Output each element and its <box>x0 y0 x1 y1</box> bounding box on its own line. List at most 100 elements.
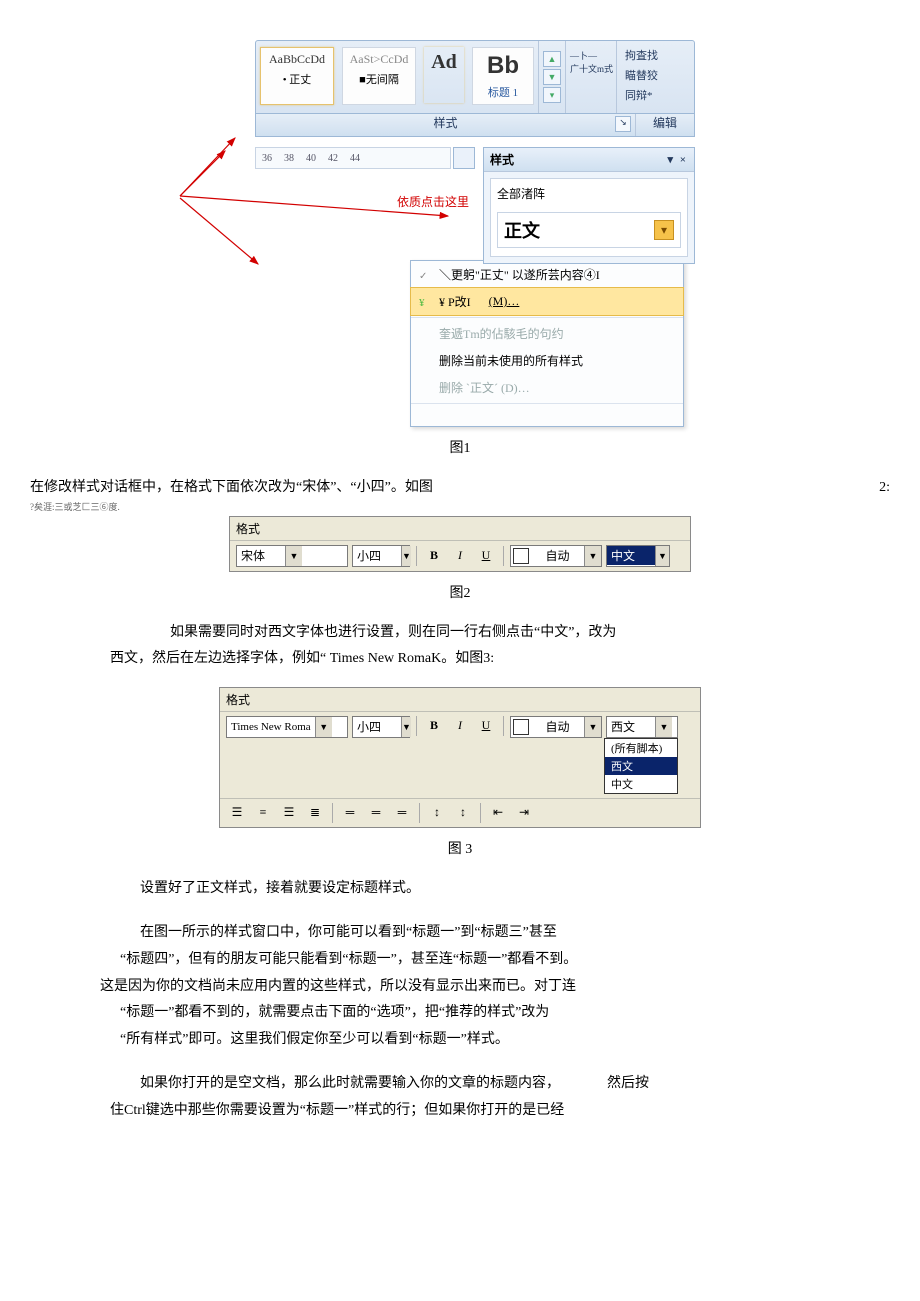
style-expand[interactable]: ▾ <box>543 87 561 103</box>
styles-pane-close[interactable]: ▾ × <box>667 153 688 166</box>
menu-select-all-instances: 奎遞Tm的佔駭毛的句约 <box>411 320 683 347</box>
style-context-menu: ＼更躬"正丈" 以遂所芸内容④I ¥ P改I (M)… 奎遞Tm的佔駭毛的句约 … <box>410 260 684 427</box>
align-center-icon[interactable]: ≡ <box>252 803 274 823</box>
style-label: 标题 1 <box>473 84 533 100</box>
style-sample: Ad <box>424 51 464 74</box>
styles-pane-title: 样式 <box>490 151 514 168</box>
clear-all-formatting[interactable]: 全部渚阵 <box>497 185 681 202</box>
align-justify-icon[interactable]: ≣ <box>304 803 326 823</box>
style-label: • 正丈 <box>261 71 333 87</box>
chevron-down-icon[interactable]: ▼ <box>285 546 302 566</box>
styles-launcher-icon[interactable]: ↘ <box>615 116 631 132</box>
style-sample: AaSt>CcDd <box>343 52 415 67</box>
ruler-toggle-button[interactable] <box>453 147 475 169</box>
line-spacing-1-icon[interactable]: ═ <box>339 803 361 823</box>
bold-button[interactable]: B <box>423 716 445 736</box>
style-scroll-down[interactable]: ▼ <box>543 69 561 85</box>
paragraph-1: 在修改样式对话框中，在格式下面依次改为“宋体”、“小四”。如图 2: <box>30 475 890 502</box>
align-left-icon[interactable]: ☰ <box>226 803 248 823</box>
modify-icon <box>419 295 433 309</box>
paragraph-4e: “所有样式”即可。这里我们假定你至少可以看到“标题一”样式。 <box>30 1027 890 1054</box>
font-combo[interactable]: Times New Roma ▼ <box>226 716 348 738</box>
annotation-click-here: 依质点击这里 <box>255 193 475 210</box>
figure-3-format-box: 格式 Times New Roma ▼ 小四 ▼ B I U 自动 ▼ 西文 <box>219 687 701 828</box>
styles-task-pane: 样式 ▾ × 全部渚阵 正文 ▾ <box>483 147 695 264</box>
editing-group: 拘査找 瞄替狡 同辩* <box>616 41 687 113</box>
style-sample: AaBbCcDd <box>261 52 333 67</box>
align-right-icon[interactable]: ☰ <box>278 803 300 823</box>
menu-modify[interactable]: ¥ P改I (M)… <box>410 287 684 316</box>
style-name: 正文 <box>504 217 654 243</box>
format-header: 格式 <box>230 517 690 541</box>
style-tile-nospacing[interactable]: AaSt>CcDd ■无间隔 <box>342 47 416 105</box>
chevron-down-icon[interactable]: ▼ <box>584 717 601 737</box>
line-spacing-15-icon[interactable]: ═ <box>365 803 387 823</box>
italic-button[interactable]: I <box>449 546 471 566</box>
style-tile-ad[interactable]: Ad <box>424 47 464 103</box>
paragraph-5a: 如果你打开的是空文档，那么此时就需要输入你的文章的标题内容， 然后按 <box>30 1071 890 1098</box>
menu-delete-normal: 删除 ˋ正文ˊ (D)… <box>411 374 683 401</box>
lang-option-chinese[interactable]: 中文 <box>605 775 677 793</box>
italic-button[interactable]: I <box>449 716 471 736</box>
horizontal-ruler: 36 38 40 42 44 <box>255 147 451 169</box>
font-combo[interactable]: 宋体 ▼ <box>236 545 348 567</box>
style-tile-normal[interactable]: AaBbCcDd • 正丈 <box>260 47 334 105</box>
decrease-indent-icon[interactable]: ⇤ <box>487 803 509 823</box>
menu-delete-unused[interactable]: 删除当前未使用的所有样式 <box>411 347 683 374</box>
decrease-para-space-icon[interactable]: ↕ <box>452 803 474 823</box>
chevron-down-icon[interactable]: ▼ <box>401 717 411 737</box>
size-combo[interactable]: 小四 ▼ <box>352 716 410 738</box>
style-label: ■无间隔 <box>343 71 415 87</box>
lang-combo[interactable]: 中文 ▼ <box>606 545 670 567</box>
paragraph-4d: “标题一”都看不到的，就需要点击下面的“选项”，把“推荐的样式”改为 <box>30 1000 890 1027</box>
menu-blank <box>411 406 683 426</box>
underline-button[interactable]: U <box>475 546 497 566</box>
figure-2-format-box: 格式 宋体 ▼ 小四 ▼ B I U 自动 ▼ 中文 ▼ <box>229 516 691 572</box>
paragraph-5b: 住Ctrl键选中那些你需要设置为“标题一”样式的行；但如果你打开的是已经 <box>30 1098 890 1125</box>
underline-button[interactable]: U <box>475 716 497 736</box>
chevron-down-icon[interactable]: ▼ <box>584 546 601 566</box>
replace-button[interactable]: 瞄替狡 <box>625 67 683 83</box>
color-combo[interactable]: 自动 ▼ <box>510 716 602 738</box>
paragraph-2b: 西文，然后在左边选择字体，例如“ Times New RomaK。如图3: <box>30 646 890 673</box>
style-scroll-up[interactable]: ▲ <box>543 51 561 67</box>
style-sample: Bb <box>473 52 533 80</box>
chevron-down-icon[interactable]: ▼ <box>655 546 669 566</box>
figure-3-caption: 图 3 <box>30 838 890 858</box>
paragraph-3: 设置好了正文样式，接着就要设定标题样式。 <box>30 876 890 903</box>
style-more-buttons: ▲ ▼ ▾ <box>538 41 565 113</box>
increase-indent-icon[interactable]: ⇥ <box>513 803 535 823</box>
paragraph-4a: 在图一所示的样式窗口中，你可能可以看到“标题一”到“标题三”甚至 <box>30 920 890 947</box>
line-spacing-2-icon[interactable]: ═ <box>391 803 413 823</box>
figure-2-caption: 图2 <box>30 582 890 602</box>
chevron-down-icon[interactable]: ▼ <box>401 546 411 566</box>
figure-1: AaBbCcDd • 正丈 AaSt>CcDd ■无间隔 Ad Bb 标题 1 … <box>255 40 695 427</box>
select-button[interactable]: 同辩* <box>625 87 683 103</box>
change-styles-button[interactable]: —卜— 广十文m式 <box>565 41 616 113</box>
edit-group-label: 编辑 <box>635 114 694 136</box>
paragraph-2a: 如果需要同时对西文字体也进行设置，则在同一行右侧点击“中文”，改为 <box>30 620 890 647</box>
chevron-down-icon[interactable]: ▼ <box>315 717 332 737</box>
menu-update-to-match[interactable]: ＼更躬"正丈" 以遂所芸内容④I <box>411 261 683 288</box>
style-tile-heading1[interactable]: Bb 标题 1 <box>472 47 534 105</box>
style-dropdown-icon[interactable]: ▾ <box>654 220 674 240</box>
paragraph-4b: “标题四”，但有的朋友可能只能看到“标题一”，甚至连“标题一”都看不到。 <box>30 947 890 974</box>
lang-dropdown-list: (所有脚本) 西文 中文 <box>604 738 678 794</box>
styles-group-label: 样式 <box>433 116 457 130</box>
format-header: 格式 <box>220 688 700 712</box>
margin-note: ?矣涯:三或芝匚三⑥度. <box>30 500 120 513</box>
style-entry-normal[interactable]: 正文 ▾ <box>497 212 681 248</box>
lang-combo[interactable]: 西文 ▼ <box>606 716 678 738</box>
lang-option-western[interactable]: 西文 <box>605 757 677 775</box>
bold-button[interactable]: B <box>423 546 445 566</box>
lang-option-all[interactable]: (所有脚本) <box>605 739 677 757</box>
find-button[interactable]: 拘査找 <box>625 47 683 63</box>
check-icon <box>419 268 433 282</box>
styles-ribbon: AaBbCcDd • 正丈 AaSt>CcDd ■无间隔 Ad Bb 标题 1 … <box>255 40 695 114</box>
color-combo[interactable]: 自动 ▼ <box>510 545 602 567</box>
size-combo[interactable]: 小四 ▼ <box>352 545 410 567</box>
chevron-down-icon[interactable]: ▼ <box>655 717 672 737</box>
paragraph-4c: 这是因为你的文档尚未应用内置的这些样式，所以没有显示出来而已。对丁连 <box>30 974 890 1001</box>
figure-1-caption: 图1 <box>30 437 890 457</box>
increase-para-space-icon[interactable]: ↕ <box>426 803 448 823</box>
